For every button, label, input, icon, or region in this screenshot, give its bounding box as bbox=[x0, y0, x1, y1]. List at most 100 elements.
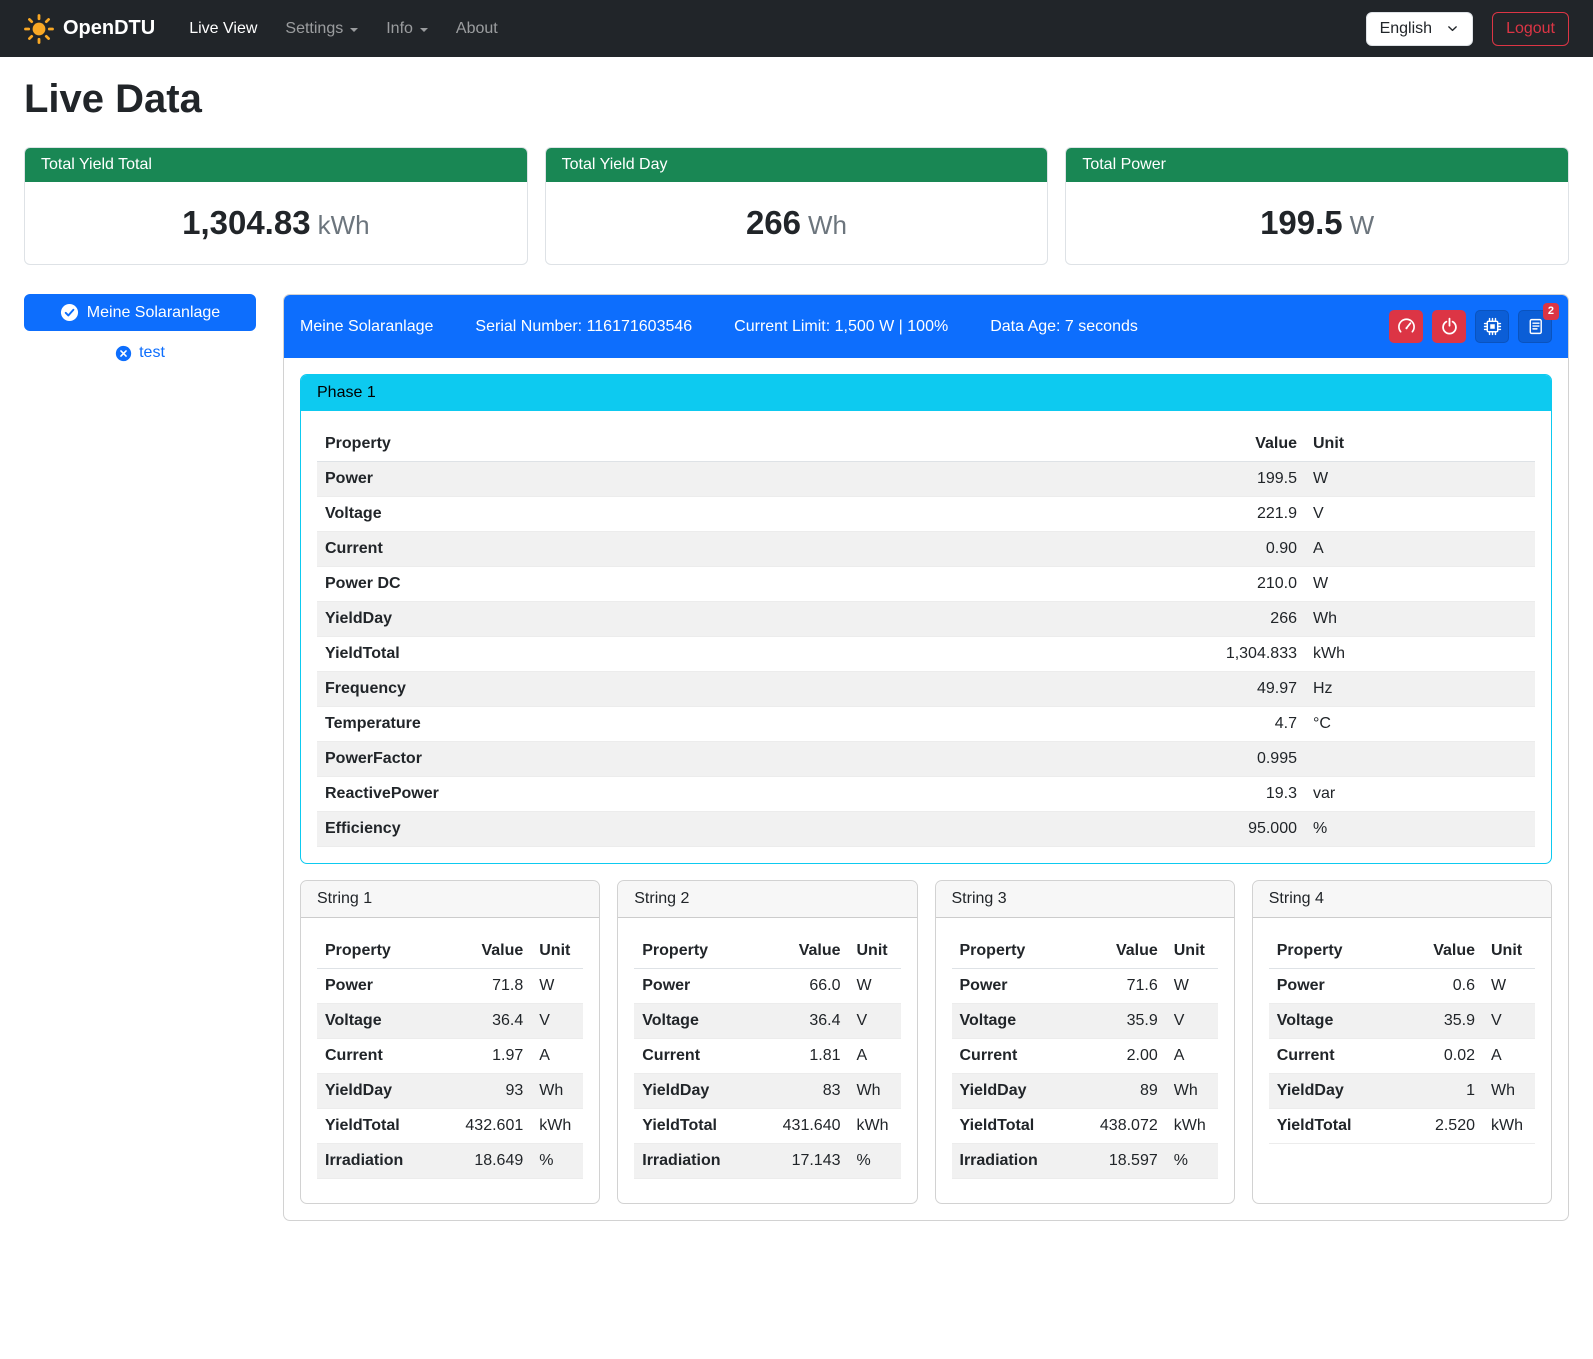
string-table-header-row: Property Value Unit bbox=[317, 934, 583, 969]
string-table-row: YieldTotal2.520kWh bbox=[1269, 1109, 1535, 1144]
property-cell: ReactivePower bbox=[317, 777, 908, 812]
inverter-select-button[interactable]: Meine Solaranlage bbox=[24, 294, 256, 331]
phase-table-row: Efficiency95.000% bbox=[317, 812, 1535, 847]
string-table-row: Power66.0W bbox=[634, 969, 900, 1004]
logout-button[interactable]: Logout bbox=[1492, 12, 1569, 46]
column-header-property: Property bbox=[317, 934, 437, 969]
chevron-down-icon bbox=[420, 28, 428, 32]
limit-settings-button[interactable] bbox=[1389, 310, 1423, 343]
value-cell: 431.640 bbox=[754, 1109, 848, 1144]
summary-card-title: Total Yield Total bbox=[25, 148, 527, 182]
string-table-head: Property Value Unit bbox=[952, 934, 1218, 969]
summary-unit: Wh bbox=[808, 210, 847, 240]
string-table-header-row: Property Value Unit bbox=[952, 934, 1218, 969]
phase-table-row: Frequency49.97Hz bbox=[317, 672, 1535, 707]
property-cell: Power bbox=[952, 969, 1072, 1004]
string-table-row: Voltage35.9V bbox=[952, 1004, 1218, 1039]
property-cell: Current bbox=[317, 532, 908, 567]
value-cell: 2.00 bbox=[1072, 1039, 1166, 1074]
unit-cell: W bbox=[849, 969, 901, 1004]
property-cell: Current bbox=[952, 1039, 1072, 1074]
unit-cell: Wh bbox=[849, 1074, 901, 1109]
unit-cell: V bbox=[531, 1004, 583, 1039]
unit-cell: °C bbox=[1305, 707, 1535, 742]
phase-table-row: ReactivePower19.3var bbox=[317, 777, 1535, 812]
value-cell: 17.143 bbox=[754, 1144, 848, 1179]
property-cell: Voltage bbox=[317, 1004, 437, 1039]
string-cards: String 1 Property Value Unit Power71.8WV… bbox=[300, 880, 1552, 1204]
unit-cell: V bbox=[1166, 1004, 1218, 1039]
power-control-button[interactable] bbox=[1432, 310, 1466, 343]
property-cell: Power bbox=[634, 969, 754, 1004]
value-cell: 95.000 bbox=[908, 812, 1305, 847]
property-cell: Power bbox=[317, 969, 437, 1004]
inverter-current-limit: Current Limit: 1,500 W | 100% bbox=[734, 318, 948, 336]
value-cell: 93 bbox=[437, 1074, 531, 1109]
property-cell: YieldTotal bbox=[952, 1109, 1072, 1144]
column-header-value: Value bbox=[1072, 934, 1166, 969]
inverter-actions: 2 bbox=[1389, 310, 1552, 343]
phase-table-row: Voltage221.9V bbox=[317, 497, 1535, 532]
event-log-button[interactable]: 2 bbox=[1518, 310, 1552, 343]
string-table-row: Irradiation17.143% bbox=[634, 1144, 900, 1179]
property-cell: Temperature bbox=[317, 707, 908, 742]
unit-cell: A bbox=[849, 1039, 901, 1074]
property-cell: Power DC bbox=[317, 567, 908, 602]
summary-card-title: Total Power bbox=[1066, 148, 1568, 182]
property-cell: YieldTotal bbox=[634, 1109, 754, 1144]
string-table-row: YieldDay89Wh bbox=[952, 1074, 1218, 1109]
value-cell: 0.02 bbox=[1400, 1039, 1483, 1074]
string-table-row: YieldDay93Wh bbox=[317, 1074, 583, 1109]
navbar: OpenDTU Live View Settings Info About En… bbox=[0, 0, 1593, 57]
inverter-data-age: Data Age: 7 seconds bbox=[990, 318, 1138, 336]
firmware-info-button[interactable] bbox=[1475, 310, 1509, 343]
value-cell: 19.3 bbox=[908, 777, 1305, 812]
brand-home-link[interactable]: OpenDTU bbox=[24, 14, 155, 44]
unit-cell: % bbox=[1305, 812, 1535, 847]
property-cell: YieldDay bbox=[317, 1074, 437, 1109]
property-cell: Voltage bbox=[952, 1004, 1072, 1039]
language-value: English bbox=[1380, 20, 1432, 38]
phase-table-header-row: Property Value Unit bbox=[317, 427, 1535, 462]
phase-card: Phase 1 Property Value Unit Power199.5WV… bbox=[300, 374, 1552, 864]
column-header-value: Value bbox=[1400, 934, 1483, 969]
string-table-body: Power66.0WVoltage36.4VCurrent1.81AYieldD… bbox=[634, 969, 900, 1179]
inverter-test-link[interactable]: test bbox=[24, 344, 256, 362]
nav-item-label: Settings bbox=[285, 20, 343, 38]
property-cell: Voltage bbox=[1269, 1004, 1400, 1039]
nav-item-info[interactable]: Info bbox=[372, 12, 442, 46]
column-header-value: Value bbox=[437, 934, 531, 969]
inverter-serial: Serial Number: 116171603546 bbox=[475, 318, 692, 336]
unit-cell: Wh bbox=[1483, 1074, 1535, 1109]
nav-item-about[interactable]: About bbox=[442, 12, 512, 46]
value-cell: 36.4 bbox=[754, 1004, 848, 1039]
value-cell: 438.072 bbox=[1072, 1109, 1166, 1144]
inverter-panel-body: Phase 1 Property Value Unit Power199.5WV… bbox=[284, 358, 1568, 1220]
value-cell: 0.90 bbox=[908, 532, 1305, 567]
column-header-property: Property bbox=[317, 427, 908, 462]
property-cell: PowerFactor bbox=[317, 742, 908, 777]
string-table-row: Power71.6W bbox=[952, 969, 1218, 1004]
phase-table-row: PowerFactor0.995 bbox=[317, 742, 1535, 777]
language-select[interactable]: English bbox=[1366, 12, 1473, 46]
column-header-value: Value bbox=[754, 934, 848, 969]
summary-unit: W bbox=[1350, 210, 1375, 240]
summary-cards: Total Yield Total 1,304.83kWh Total Yiel… bbox=[24, 147, 1569, 265]
nav-item-live-view[interactable]: Live View bbox=[175, 12, 271, 46]
phase-card-title: Phase 1 bbox=[301, 375, 1551, 411]
string-table: Property Value Unit Power71.6WVoltage35.… bbox=[952, 934, 1218, 1179]
value-cell: 199.5 bbox=[908, 462, 1305, 497]
string-table-row: Current2.00A bbox=[952, 1039, 1218, 1074]
string-card: String 4 Property Value Unit Power0.6WVo… bbox=[1252, 880, 1552, 1204]
column-header-unit: Unit bbox=[1483, 934, 1535, 969]
unit-cell: Wh bbox=[1305, 602, 1535, 637]
property-cell: Frequency bbox=[317, 672, 908, 707]
property-cell: YieldDay bbox=[952, 1074, 1072, 1109]
nav-item-settings[interactable]: Settings bbox=[271, 12, 372, 46]
phase-table-row: Current0.90A bbox=[317, 532, 1535, 567]
navbar-right: English Logout bbox=[1366, 12, 1569, 46]
unit-cell: kWh bbox=[1166, 1109, 1218, 1144]
unit-cell: V bbox=[1483, 1004, 1535, 1039]
value-cell: 210.0 bbox=[908, 567, 1305, 602]
string-card: String 1 Property Value Unit Power71.8WV… bbox=[300, 880, 600, 1204]
